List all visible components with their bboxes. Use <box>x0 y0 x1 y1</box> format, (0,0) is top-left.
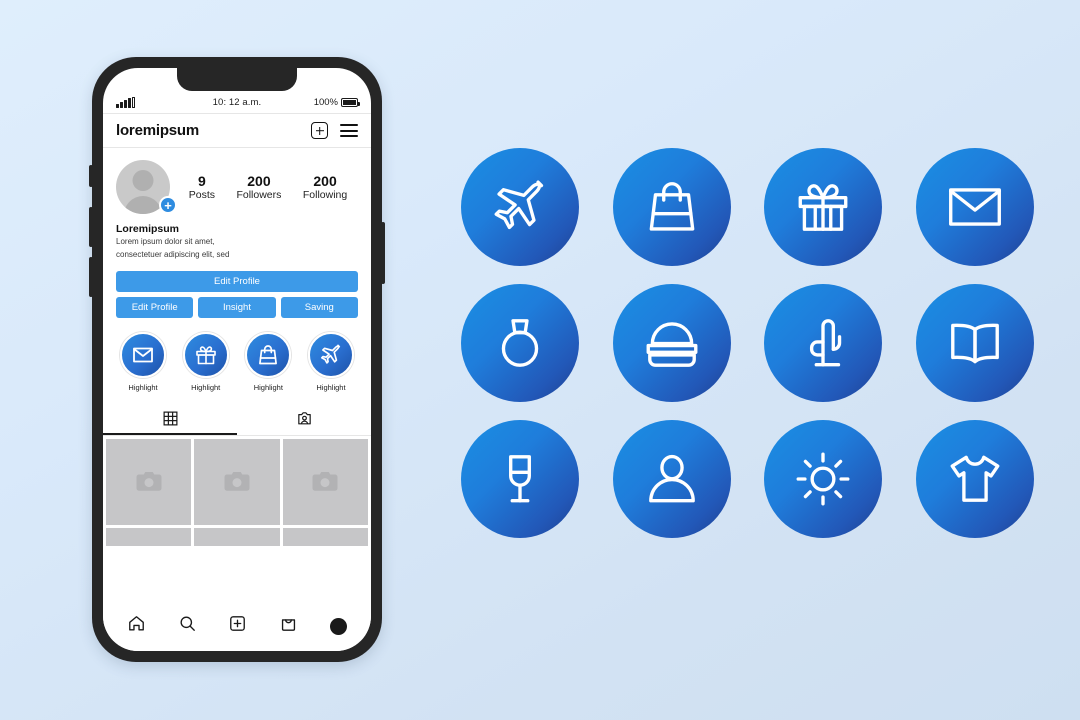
profile-bio-line-2: consectetuer adipiscing elit, sed <box>116 249 230 259</box>
cactus-icon <box>764 284 883 402</box>
burger-icon <box>612 284 731 402</box>
wine-glass-icon <box>460 420 579 538</box>
battery-full-icon <box>341 98 360 107</box>
stat-label: Following <box>302 189 348 202</box>
stat-posts[interactable]: 9 Posts <box>189 173 215 201</box>
highlight-item-2[interactable]: Highlight <box>181 332 231 392</box>
icon-cell-wine-glass[interactable] <box>455 420 585 538</box>
plus-box-icon[interactable] <box>311 122 328 139</box>
edit-profile-small-button[interactable]: Edit Profile <box>116 297 194 319</box>
search-icon <box>180 616 195 631</box>
phone-volume-down-button[interactable] <box>89 257 93 297</box>
profile-display-name: Loremipsum <box>116 223 180 235</box>
profile-section: + 9 Posts 200 Followers 200 Following Lo… <box>103 148 371 260</box>
stat-label: Followers <box>236 189 282 202</box>
profile-tabs <box>103 404 371 437</box>
tab-tagged[interactable] <box>237 404 371 435</box>
person-icon <box>612 420 731 538</box>
photo-thumb[interactable] <box>194 439 280 525</box>
stat-followers[interactable]: 200 Followers <box>236 173 281 201</box>
airplane-icon <box>460 148 579 266</box>
icon-cell-ring[interactable] <box>455 284 585 402</box>
story-highlights: Highlight Highlight Highlight Highlight <box>103 318 371 392</box>
phone-volume-up-button[interactable] <box>89 207 93 247</box>
ring-icon <box>460 284 579 402</box>
hamburger-menu-icon[interactable] <box>340 123 358 138</box>
icon-cell-gift[interactable] <box>759 148 889 266</box>
photo-thumb-partial[interactable] <box>194 527 280 546</box>
phone-screen: 10: 12 a.m. 100% loremipsum + 9 Posts 20… <box>103 68 371 651</box>
highlight-item-4[interactable]: Highlight <box>306 332 356 392</box>
photo-thumb[interactable] <box>106 439 192 525</box>
highlight-label: Highlight <box>253 383 283 393</box>
camera-icon <box>136 471 162 491</box>
stat-value: 200 <box>313 172 337 189</box>
profile-buttons: Edit Profile Edit Profile Insight Saving <box>103 271 371 319</box>
camera-icon <box>312 471 338 491</box>
highlight-label: Highlight <box>316 383 346 393</box>
icon-cell-burger[interactable] <box>607 284 737 402</box>
phone-mockup: 10: 12 a.m. 100% loremipsum + 9 Posts 20… <box>89 57 385 662</box>
phone-notch <box>177 68 297 91</box>
highlight-item-1[interactable]: Highlight <box>118 332 168 392</box>
icon-cell-person[interactable] <box>607 420 737 538</box>
profile-button-row: Edit Profile Insight Saving <box>116 297 358 319</box>
nav-shop[interactable] <box>279 614 298 638</box>
stat-value: 9 <box>197 172 206 189</box>
gift-icon <box>182 332 229 379</box>
airplane-icon <box>307 332 354 379</box>
saving-button[interactable]: Saving <box>280 297 358 319</box>
icon-cell-t-shirt[interactable] <box>910 420 1040 538</box>
header-actions <box>311 122 358 139</box>
bottom-nav <box>103 605 371 651</box>
app-header: loremipsum <box>103 113 371 148</box>
envelope-icon <box>916 148 1035 266</box>
phone-mute-switch[interactable] <box>89 165 93 187</box>
nav-home[interactable] <box>127 614 146 638</box>
phone-power-button[interactable] <box>381 222 385 284</box>
icon-cell-shopping-bag[interactable] <box>607 148 737 266</box>
profile-dot-icon[interactable] <box>330 617 348 635</box>
home-icon <box>128 616 144 631</box>
shop-bag-icon <box>282 619 296 631</box>
avatar[interactable]: + <box>116 160 177 214</box>
plus-box-icon <box>230 616 246 631</box>
stat-value: 200 <box>247 172 271 189</box>
avatar-add-badge[interactable]: + <box>159 196 177 214</box>
icon-cell-airplane[interactable] <box>455 148 585 266</box>
envelope-icon <box>120 332 166 379</box>
highlight-label: Highlight <box>128 383 158 393</box>
icon-cell-cactus[interactable] <box>759 284 889 402</box>
shopping-bag-icon <box>612 148 731 266</box>
photo-thumb-partial[interactable] <box>106 527 192 546</box>
shopping-bag-icon <box>245 332 292 379</box>
profile-stats: 9 Posts 200 Followers 200 Following <box>178 173 358 201</box>
tab-grid[interactable] <box>103 404 237 436</box>
profile-top-row: + 9 Posts 200 Followers 200 Following <box>116 160 358 214</box>
open-book-icon <box>916 284 1035 402</box>
icon-cell-sun[interactable] <box>759 420 889 538</box>
stat-following[interactable]: 200 Following <box>303 173 347 201</box>
camera-icon <box>224 471 250 491</box>
icon-cell-open-book[interactable] <box>910 284 1040 402</box>
icon-grid <box>455 148 1040 538</box>
profile-bio-line-1: Lorem ipsum dolor sit amet, <box>116 237 215 246</box>
status-clock: 10: 12 a.m. <box>212 97 262 108</box>
highlight-label: Highlight <box>191 383 221 393</box>
highlight-item-3[interactable]: Highlight <box>243 332 293 392</box>
nav-search[interactable] <box>178 614 197 638</box>
sun-icon <box>764 420 883 538</box>
edit-profile-button[interactable]: Edit Profile <box>116 271 358 293</box>
photo-thumb-partial[interactable] <box>282 527 369 546</box>
t-shirt-icon <box>916 420 1035 538</box>
stat-label: Posts <box>188 189 215 202</box>
icon-cell-envelope[interactable] <box>910 148 1040 266</box>
insight-button[interactable]: Insight <box>198 297 276 319</box>
gift-icon <box>764 148 883 266</box>
photo-thumb[interactable] <box>282 439 369 525</box>
photo-grid <box>103 436 371 546</box>
nav-create[interactable] <box>228 614 247 638</box>
page-title: loremipsum <box>116 122 200 139</box>
